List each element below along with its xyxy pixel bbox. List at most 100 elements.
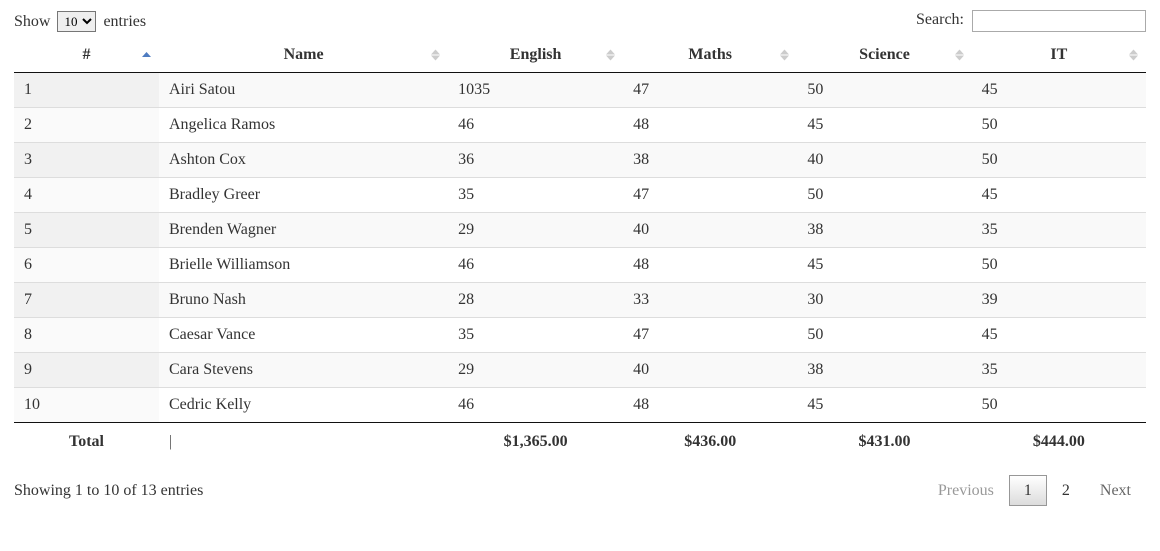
- table-row: 1Airi Satou1035475045: [14, 73, 1146, 108]
- cell-english: 28: [448, 283, 623, 318]
- cell-maths: 47: [623, 178, 797, 213]
- cell-name: Angelica Ramos: [159, 108, 448, 143]
- cell-it: 35: [972, 213, 1146, 248]
- cell-english: 46: [448, 108, 623, 143]
- cell-science: 45: [797, 248, 971, 283]
- pagination-page-1[interactable]: 1: [1009, 475, 1047, 506]
- column-header-english[interactable]: English: [448, 38, 623, 73]
- table-row: 2Angelica Ramos46484550: [14, 108, 1146, 143]
- cell-english: 35: [448, 318, 623, 353]
- cell-science: 30: [797, 283, 971, 318]
- cell-name: Airi Satou: [159, 73, 448, 108]
- cell-id: 3: [14, 143, 159, 178]
- footer-english-total: $1,365.00: [448, 423, 623, 462]
- table-row: 10Cedric Kelly46484550: [14, 388, 1146, 423]
- cell-it: 45: [972, 318, 1146, 353]
- length-prefix: Show: [14, 13, 50, 30]
- pagination-previous[interactable]: Previous: [923, 475, 1009, 507]
- cell-id: 5: [14, 213, 159, 248]
- cell-maths: 47: [623, 73, 797, 108]
- cell-science: 50: [797, 318, 971, 353]
- pagination: Previous 12 Next: [923, 475, 1146, 507]
- cell-it: 35: [972, 353, 1146, 388]
- search-label: Search:: [916, 11, 964, 28]
- cell-science: 38: [797, 353, 971, 388]
- cell-id: 7: [14, 283, 159, 318]
- table-row: 6Brielle Williamson46484550: [14, 248, 1146, 283]
- cell-name: Cara Stevens: [159, 353, 448, 388]
- cell-science: 40: [797, 143, 971, 178]
- sort-both-icon: [955, 50, 964, 61]
- cell-it: 50: [972, 388, 1146, 423]
- footer-it-total: $444.00: [972, 423, 1146, 462]
- table-row: 4Bradley Greer35475045: [14, 178, 1146, 213]
- table-row: 3Ashton Cox36384050: [14, 143, 1146, 178]
- search-input[interactable]: [972, 10, 1146, 32]
- sort-both-icon: [1129, 50, 1138, 61]
- sort-asc-icon: [142, 52, 151, 58]
- cell-maths: 40: [623, 213, 797, 248]
- cell-id: 9: [14, 353, 159, 388]
- cell-id: 8: [14, 318, 159, 353]
- table-row: 8Caesar Vance35475045: [14, 318, 1146, 353]
- column-header-id[interactable]: #: [14, 38, 159, 73]
- cell-it: 50: [972, 143, 1146, 178]
- column-header-science[interactable]: Science: [797, 38, 971, 73]
- table-info: Showing 1 to 10 of 13 entries: [14, 482, 203, 500]
- cell-it: 50: [972, 108, 1146, 143]
- search-control: Search:: [916, 10, 1146, 32]
- sort-both-icon: [606, 50, 615, 61]
- cell-english: 35: [448, 178, 623, 213]
- cell-maths: 48: [623, 248, 797, 283]
- cell-science: 45: [797, 388, 971, 423]
- cell-name: Brenden Wagner: [159, 213, 448, 248]
- length-control: Show 10 entries: [14, 11, 146, 32]
- cell-id: 1: [14, 73, 159, 108]
- table-row: 9Cara Stevens29403835: [14, 353, 1146, 388]
- length-suffix: entries: [103, 13, 146, 30]
- footer-maths-total: $436.00: [623, 423, 797, 462]
- cell-name: Bradley Greer: [159, 178, 448, 213]
- cell-name: Brielle Williamson: [159, 248, 448, 283]
- length-select[interactable]: 10: [57, 11, 96, 32]
- cell-maths: 48: [623, 108, 797, 143]
- footer-total-label: Total: [14, 423, 159, 462]
- table-row: 7Bruno Nash28333039: [14, 283, 1146, 318]
- cell-id: 2: [14, 108, 159, 143]
- column-header-name[interactable]: Name: [159, 38, 448, 73]
- cell-science: 50: [797, 73, 971, 108]
- cell-maths: 47: [623, 318, 797, 353]
- pagination-page-2[interactable]: 2: [1047, 475, 1085, 506]
- cell-science: 50: [797, 178, 971, 213]
- footer-science-total: $431.00: [797, 423, 971, 462]
- column-header-it[interactable]: IT: [972, 38, 1146, 73]
- data-table: # Name English Maths: [14, 38, 1146, 461]
- sort-both-icon: [780, 50, 789, 61]
- cell-it: 39: [972, 283, 1146, 318]
- cell-name: Caesar Vance: [159, 318, 448, 353]
- cell-it: 50: [972, 248, 1146, 283]
- cell-maths: 40: [623, 353, 797, 388]
- footer-divider: |: [159, 423, 448, 462]
- cell-id: 10: [14, 388, 159, 423]
- cell-english: 46: [448, 388, 623, 423]
- sort-both-icon: [431, 50, 440, 61]
- cell-id: 4: [14, 178, 159, 213]
- column-header-maths[interactable]: Maths: [623, 38, 797, 73]
- cell-name: Bruno Nash: [159, 283, 448, 318]
- cell-name: Cedric Kelly: [159, 388, 448, 423]
- cell-english: 29: [448, 353, 623, 388]
- pagination-next[interactable]: Next: [1085, 475, 1146, 507]
- cell-english: 46: [448, 248, 623, 283]
- cell-name: Ashton Cox: [159, 143, 448, 178]
- cell-english: 1035: [448, 73, 623, 108]
- cell-english: 36: [448, 143, 623, 178]
- cell-it: 45: [972, 178, 1146, 213]
- cell-id: 6: [14, 248, 159, 283]
- table-row: 5Brenden Wagner29403835: [14, 213, 1146, 248]
- cell-science: 38: [797, 213, 971, 248]
- cell-english: 29: [448, 213, 623, 248]
- cell-maths: 33: [623, 283, 797, 318]
- cell-maths: 38: [623, 143, 797, 178]
- cell-science: 45: [797, 108, 971, 143]
